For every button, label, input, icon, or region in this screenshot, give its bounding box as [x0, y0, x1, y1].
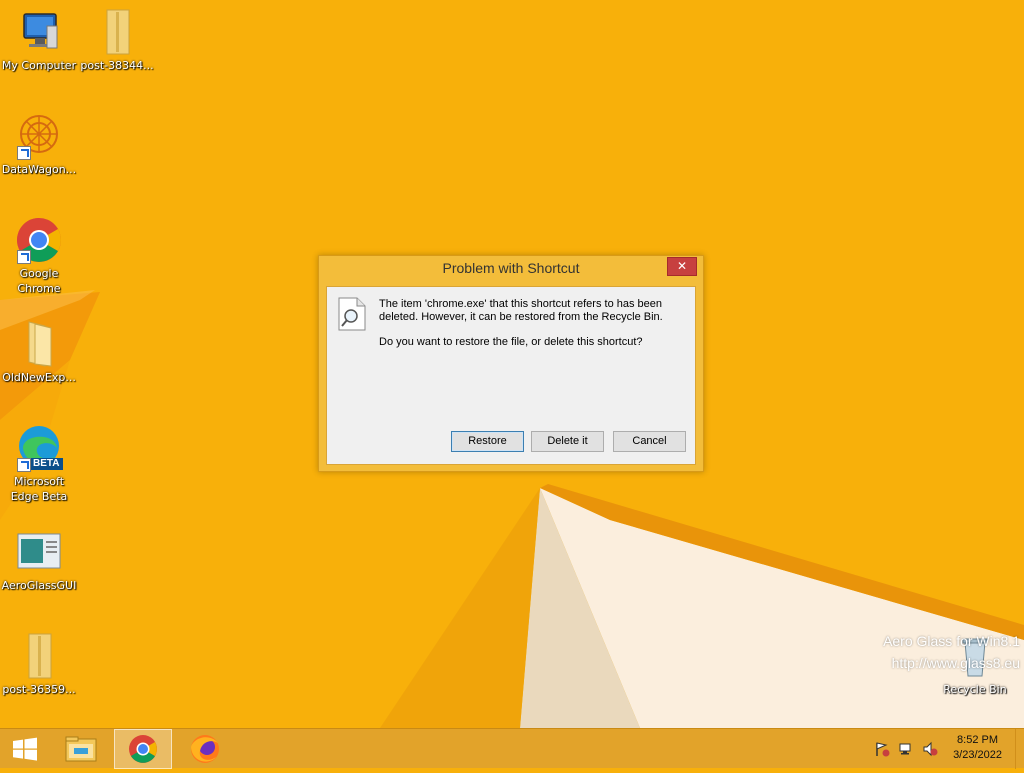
desktop-icon-label: OldNewExp... — [2, 371, 76, 384]
beta-badge: BETA — [33, 458, 60, 469]
desktop-icon-oldnewexp[interactable]: OldNewExp... — [0, 320, 78, 385]
chrome-icon — [129, 735, 157, 763]
computer-icon — [15, 8, 63, 56]
delete-it-button[interactable]: Delete it — [531, 431, 604, 452]
question-text: Do you want to restore the file, or dele… — [379, 336, 643, 348]
document-search-icon — [337, 297, 367, 335]
folder-icon — [15, 320, 63, 368]
dialog-message: The item 'chrome.exe' that this shortcut… — [379, 298, 679, 361]
message-text: The item 'chrome.exe' that this shortcut… — [379, 298, 663, 323]
watermark-line-2: http://www.glass8.eu — [891, 655, 1020, 671]
desktop-icon-post-38344[interactable]: post-38344... — [78, 8, 156, 73]
desktop-icon-label: Recycle Bin — [943, 683, 1007, 696]
shortcut-arrow-icon — [17, 458, 31, 472]
aero-glass-watermark: Aero Glass for Win8.1 http://www.glass8.… — [883, 630, 1020, 674]
shortcut-arrow-icon — [17, 146, 31, 160]
action-center-flag-icon[interactable] — [874, 741, 890, 757]
desktop-icon-label: post-38344... — [80, 59, 154, 72]
taskbar-file-explorer[interactable] — [56, 729, 106, 769]
dialog-client-area: The item 'chrome.exe' that this shortcut… — [326, 286, 696, 465]
desktop-icon-my-computer[interactable]: My Computer — [0, 8, 78, 73]
taskbar-google-chrome[interactable] — [114, 729, 172, 769]
desktop-icon-label: Microsoft Edge Beta — [10, 475, 68, 503]
network-icon[interactable] — [898, 741, 914, 757]
problem-with-shortcut-dialog: Problem with Shortcut ✕ The item 'chrome… — [318, 255, 704, 472]
volume-muted-icon[interactable] — [922, 741, 938, 757]
start-button[interactable] — [0, 729, 50, 769]
clock-date: 3/23/2022 — [953, 749, 1002, 761]
desktop-icon-label: My Computer — [1, 59, 77, 72]
desktop-icon-datawagon[interactable]: DataWagon... — [0, 112, 78, 177]
close-button[interactable]: ✕ — [667, 257, 697, 276]
dialog-title: Problem with Shortcut — [442, 260, 580, 276]
desktop-icon-aeroglassgui[interactable]: AeroGlassGUI — [0, 528, 78, 593]
windows-logo-icon — [13, 737, 37, 761]
taskbar: 8:52 PM 3/23/2022 — [0, 728, 1024, 769]
taskbar-firefox[interactable] — [180, 729, 230, 769]
watermark-line-1: Aero Glass for Win8.1 — [883, 633, 1020, 649]
desktop: My Computer post-38344... DataWagon... G… — [0, 0, 1024, 728]
desktop-icon-label: AeroGlassGUI — [1, 579, 77, 592]
clock-time: 8:52 PM — [957, 734, 999, 746]
zip-file-icon — [15, 632, 63, 680]
restore-button[interactable]: Restore — [451, 431, 524, 452]
show-desktop-button[interactable] — [1015, 729, 1024, 769]
desktop-icon-microsoft-edge-beta[interactable]: BETA Microsoft Edge Beta — [0, 424, 78, 504]
edge-beta-icon: BETA — [15, 424, 63, 472]
desktop-icon-google-chrome[interactable]: Google Chrome — [0, 216, 78, 296]
desktop-icon-label: Google Chrome — [17, 267, 61, 295]
desktop-icon-post-36359[interactable]: post-36359... — [0, 632, 78, 697]
chrome-icon — [15, 216, 63, 264]
shortcut-arrow-icon — [17, 250, 31, 264]
file-explorer-icon — [65, 736, 97, 762]
firefox-icon — [191, 735, 219, 763]
system-clock[interactable]: 8:52 PM 3/23/2022 — [953, 733, 1002, 763]
app-window-icon — [15, 528, 63, 576]
datawagon-icon — [15, 112, 63, 160]
desktop-icon-label: DataWagon... — [1, 163, 77, 176]
zip-file-icon — [93, 8, 141, 56]
desktop-icon-label: post-36359... — [2, 683, 76, 696]
cancel-button[interactable]: Cancel — [613, 431, 686, 452]
